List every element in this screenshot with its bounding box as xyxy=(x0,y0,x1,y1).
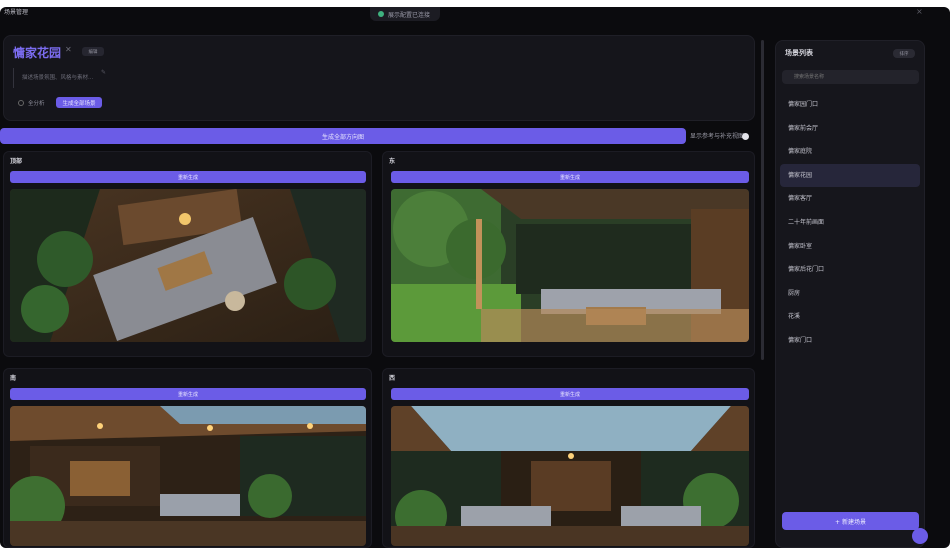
regenerate-button[interactable]: 重新生成 xyxy=(10,171,366,183)
status-dot-icon xyxy=(378,11,384,17)
mode-radio[interactable] xyxy=(18,100,24,106)
scene-header-card: 慵家花园 ✕ 编辑 描述场景氛围、风格与素材... ✎ 全分析 生成全部场景 xyxy=(3,35,755,121)
aux-view-toggle-label: 显示参考与补充视图 xyxy=(690,133,745,140)
app-window: 场景管理 展示配置已连接 × 慵家花园 ✕ 编辑 描述场景氛围、风格与素材...… xyxy=(0,7,950,548)
panel-title: 西 xyxy=(389,375,396,382)
scene-list-item[interactable]: 慵家后花门口 xyxy=(780,258,920,281)
panel-title: 南 xyxy=(10,375,17,382)
clear-title-icon[interactable]: ✕ xyxy=(65,45,72,54)
panel-west: 西 重新生成 xyxy=(382,368,755,548)
scene-list-title: 场景列表 xyxy=(785,49,813,57)
panel-title: 东 xyxy=(389,158,396,165)
assistant-fab-button[interactable] xyxy=(912,528,928,544)
app-title: 场景管理 xyxy=(4,9,29,16)
scene-list-item[interactable]: 慵家前会厅 xyxy=(780,117,920,140)
scene-list-item[interactable]: 慵家客厅 xyxy=(780,187,920,210)
generate-all-directions-button[interactable]: 生成全部方向图 xyxy=(0,128,686,144)
connection-status-label: 展示配置已连接 xyxy=(388,11,431,19)
close-icon[interactable]: × xyxy=(916,7,923,16)
add-scene-button[interactable]: + 新建场景 xyxy=(782,512,919,530)
sunroom-south-view-illustration xyxy=(10,406,366,546)
scene-image-south[interactable] xyxy=(10,406,366,546)
scene-title[interactable]: 慵家花园 xyxy=(13,44,61,61)
regenerate-button[interactable]: 重新生成 xyxy=(391,171,749,183)
panel-title: 顶部 xyxy=(10,158,23,165)
sunroom-west-view-illustration xyxy=(391,406,749,546)
scene-list-item[interactable]: 慵家门口 xyxy=(780,329,920,352)
sort-button[interactable]: 排序 xyxy=(893,49,915,58)
aux-view-toggle[interactable] xyxy=(742,133,749,140)
panel-top: 顶部 重新生成 xyxy=(3,151,372,357)
scene-list-item[interactable]: 慵家园门口 xyxy=(780,93,920,116)
scene-list-item[interactable]: 慵家卧室 xyxy=(780,235,920,258)
scene-image-top[interactable] xyxy=(10,189,366,342)
scene-list-item[interactable]: 二十年前画面 xyxy=(780,211,920,234)
connection-status[interactable]: 展示配置已连接 xyxy=(370,7,440,21)
title-bar: 场景管理 展示配置已连接 × xyxy=(0,7,950,21)
scene-list-item[interactable]: 花溪 xyxy=(780,305,920,328)
sunroom-top-view-illustration xyxy=(10,189,366,342)
main-scrollbar[interactable] xyxy=(761,40,764,360)
scene-image-west[interactable] xyxy=(391,406,749,546)
scene-list-item[interactable]: 厨房 xyxy=(780,282,920,305)
sunroom-east-view-illustration xyxy=(391,189,749,342)
panel-south: 南 重新生成 xyxy=(3,368,372,548)
edit-badge[interactable]: 编辑 xyxy=(82,47,104,56)
scene-description-input[interactable]: 描述场景氛围、风格与素材... xyxy=(13,68,113,88)
scene-list-item[interactable]: 慵家庭院 xyxy=(780,140,920,163)
scene-list-item[interactable]: 慵家花园 xyxy=(780,163,920,187)
scene-search-input[interactable] xyxy=(782,70,919,84)
mode-label: 全分析 xyxy=(28,101,45,107)
panel-east: 东 重新生成 xyxy=(382,151,755,357)
generate-scene-button[interactable]: 生成全部场景 xyxy=(56,97,102,108)
edit-description-icon[interactable]: ✎ xyxy=(101,69,106,76)
scene-list-sidebar: 场景列表 排序 慵家园门口慵家前会厅慵家庭院慵家花园慵家客厅二十年前画面慵家卧室… xyxy=(775,40,925,548)
scene-image-east[interactable] xyxy=(391,189,749,342)
regenerate-button[interactable]: 重新生成 xyxy=(391,388,749,400)
regenerate-button[interactable]: 重新生成 xyxy=(10,388,366,400)
